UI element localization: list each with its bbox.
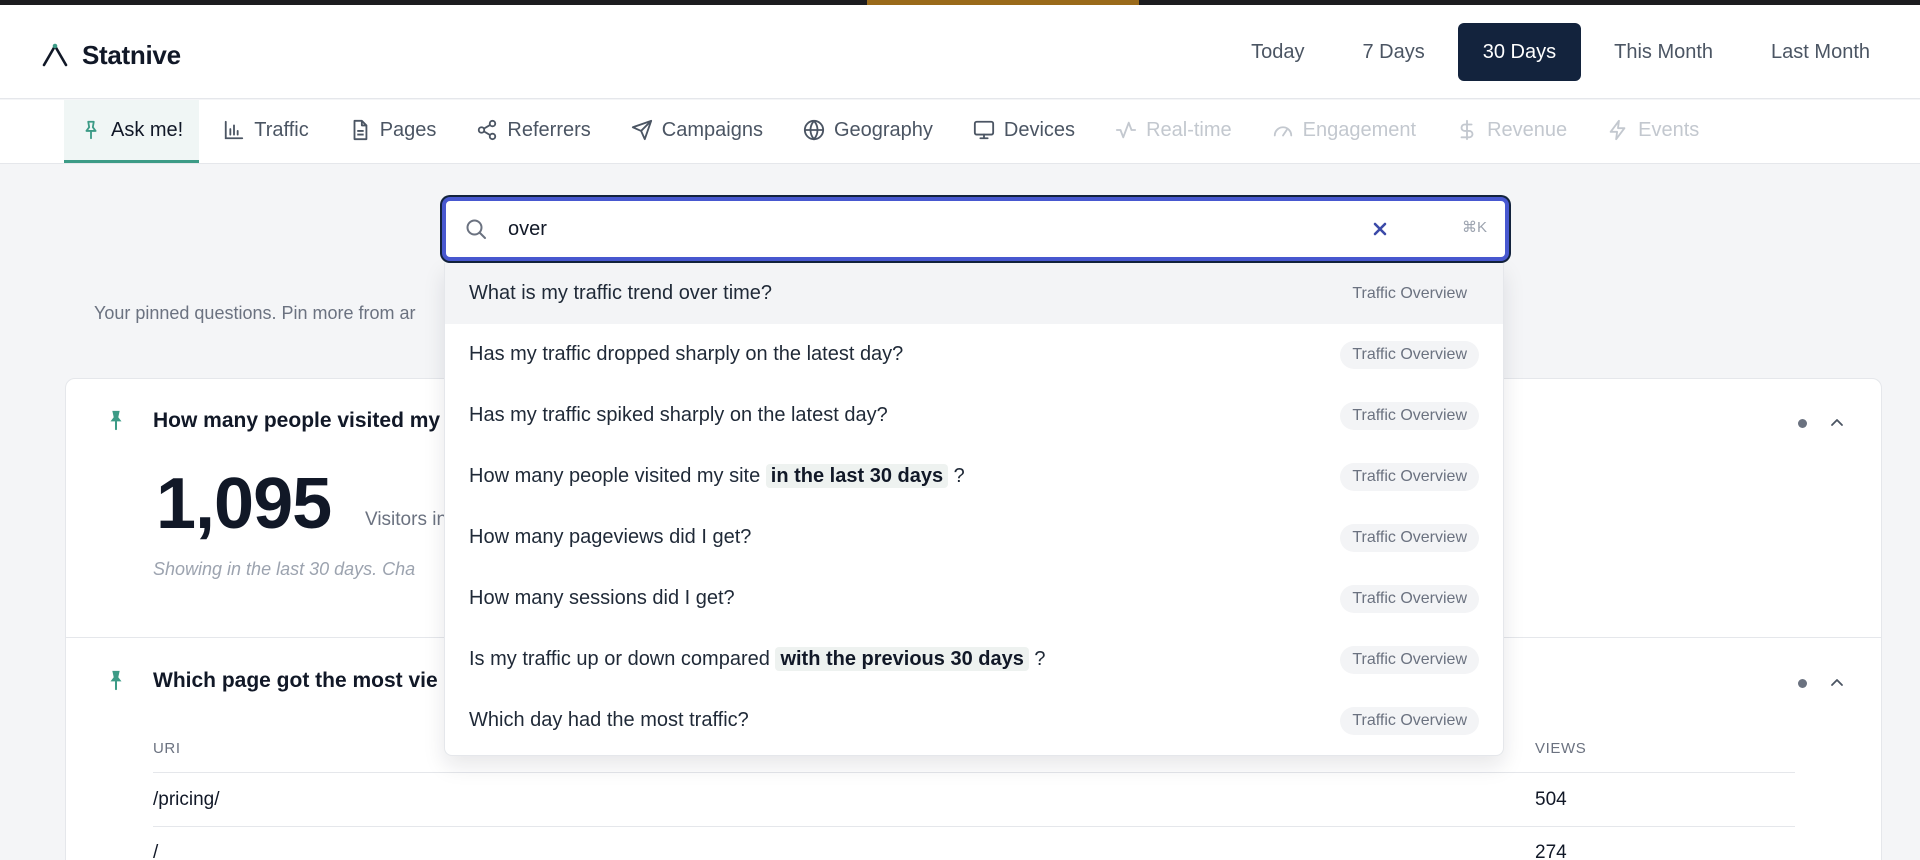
column-header-uri: URI	[153, 740, 181, 757]
tab-label: Ask me!	[111, 118, 184, 141]
tab-pages[interactable]: Pages	[333, 100, 453, 163]
monitor-icon	[973, 120, 995, 140]
tab-real-time[interactable]: Real-time	[1099, 100, 1248, 163]
suggestion-text: How many people visited my site in the l…	[469, 464, 965, 488]
visitors-count: 1,095	[156, 464, 332, 544]
suggestion-item[interactable]: Is my traffic up or down compared with t…	[445, 629, 1503, 690]
suggestion-item[interactable]: Has my traffic spiked sharply on the lat…	[445, 385, 1503, 446]
suggestion-highlight: with the previous 30 days	[775, 647, 1029, 671]
table-row-divider	[153, 826, 1795, 827]
category-badge: Traffic Overview	[1340, 706, 1479, 735]
tab-label: Devices	[1003, 118, 1076, 141]
clear-search-button[interactable]	[1366, 215, 1394, 243]
suggestion-item[interactable]: What is my traffic trend over time? Traf…	[445, 263, 1503, 324]
card-controls	[1798, 675, 1845, 691]
card-question-title: Which page got the most vie	[153, 669, 438, 692]
suggestion-item[interactable]: How many pageviews did I get? Traffic Ov…	[445, 507, 1503, 568]
tab-campaigns[interactable]: Campaigns	[615, 100, 779, 163]
table-header-divider	[153, 772, 1795, 773]
tab-label: Real-time	[1146, 118, 1232, 141]
card-menu-dot-icon[interactable]	[1798, 418, 1807, 428]
range-30-days-button[interactable]: 30 Days	[1457, 23, 1582, 81]
gauge-icon	[1273, 126, 1292, 137]
pinned-icon[interactable]	[105, 669, 127, 691]
suggestion-text: How many pageviews did I get?	[469, 526, 752, 548]
card-question-title: How many people visited my	[153, 409, 441, 432]
close-icon	[1373, 222, 1387, 236]
suggestion-item[interactable]: Which day had the most traffic? Traffic …	[445, 690, 1503, 751]
chevron-up-icon[interactable]	[1829, 415, 1845, 431]
main-tabs: Ask me! Traffic Pages Referrers Campaign…	[0, 100, 1920, 164]
pin-icon	[85, 120, 97, 140]
dollar-icon	[1460, 119, 1474, 141]
search-icon	[464, 217, 488, 241]
tab-label: Campaigns	[661, 118, 763, 141]
suggestion-text: Which day had the most traffic?	[469, 709, 749, 731]
category-badge: Traffic Overview	[1340, 645, 1479, 674]
category-badge: Traffic Overview	[1340, 401, 1479, 430]
keyboard-shortcut-hint: ⌘K	[1462, 219, 1488, 236]
globe-icon	[803, 119, 825, 141]
range-7-days-button[interactable]: 7 Days	[1337, 23, 1449, 81]
tab-label: Referrers	[507, 118, 591, 141]
suggestion-text: How many sessions did I get?	[469, 587, 735, 609]
tab-geography[interactable]: Geography	[787, 100, 949, 163]
table-cell-uri[interactable]: /	[153, 842, 158, 860]
pinned-note: Your pinned questions. Pin more from ar	[94, 303, 416, 323]
bolt-icon	[1609, 119, 1626, 141]
ask-search-box: ⌘K	[442, 197, 1509, 261]
range-this-month-button[interactable]: This Month	[1589, 23, 1738, 81]
range-last-month-button[interactable]: Last Month	[1746, 23, 1895, 81]
tab-events[interactable]: Events	[1591, 100, 1715, 163]
share-icon	[478, 119, 497, 141]
brand[interactable]: Statnive	[40, 35, 181, 75]
table-cell-views: 274	[1535, 842, 1567, 860]
suggestion-text: Has my traffic spiked sharply on the lat…	[469, 404, 888, 426]
tab-label: Geography	[833, 118, 933, 141]
app-header: Statnive Today 7 Days 30 Days This Month…	[0, 5, 1920, 99]
card-menu-dot-icon[interactable]	[1798, 678, 1807, 688]
tab-label: Traffic	[254, 118, 309, 141]
column-header-views: VIEWS	[1535, 740, 1587, 757]
tab-label: Events	[1638, 118, 1700, 141]
category-badge: Traffic Overview	[1340, 584, 1479, 613]
file-icon	[353, 119, 368, 141]
suggestion-text: Has my traffic dropped sharply on the la…	[469, 343, 904, 365]
category-badge: Traffic Overview	[1340, 279, 1479, 308]
suggestions-dropdown: What is my traffic trend over time? Traf…	[444, 263, 1504, 756]
tab-traffic[interactable]: Traffic	[207, 100, 324, 163]
send-icon	[631, 119, 652, 141]
table-cell-uri[interactable]: /pricing/	[153, 789, 220, 811]
suggestion-item[interactable]: How many people visited my site in the l…	[445, 446, 1503, 507]
tab-label: Pages	[379, 118, 437, 141]
chevron-up-icon[interactable]	[1829, 675, 1845, 691]
bar-chart-icon	[225, 120, 244, 140]
category-badge: Traffic Overview	[1340, 340, 1479, 369]
tab-referrers[interactable]: Referrers	[460, 100, 606, 163]
tab-ask-me[interactable]: Ask me!	[64, 100, 200, 163]
suggestion-item[interactable]: How many sessions did I get? Traffic Ove…	[445, 568, 1503, 629]
tab-revenue[interactable]: Revenue	[1440, 100, 1583, 163]
table-cell-views: 504	[1535, 789, 1567, 810]
activity-icon	[1115, 121, 1137, 139]
suggestion-highlight: in the last 30 days	[765, 464, 949, 488]
app-name: Statnive	[82, 39, 181, 70]
tab-label: Engagement	[1302, 118, 1417, 141]
visitors-label: Visitors in	[365, 509, 448, 530]
ask-search-input[interactable]	[508, 210, 1388, 248]
tab-engagement[interactable]: Engagement	[1256, 100, 1432, 163]
suggestion-text: Is my traffic up or down compared with t…	[469, 647, 1046, 671]
suggestion-item[interactable]: Has my traffic dropped sharply on the la…	[445, 324, 1503, 385]
card-controls	[1798, 415, 1845, 431]
suggestion-text: What is my traffic trend over time?	[469, 282, 773, 304]
tab-devices[interactable]: Devices	[957, 100, 1091, 163]
tab-label: Revenue	[1487, 118, 1568, 141]
statnive-logo-icon	[40, 40, 70, 70]
card-footnote: Showing in the last 30 days. Cha	[153, 559, 416, 579]
date-range-selector: Today 7 Days 30 Days This Month Last Mon…	[1226, 23, 1895, 81]
category-badge: Traffic Overview	[1340, 462, 1479, 491]
range-today-button[interactable]: Today	[1226, 23, 1329, 81]
pinned-icon[interactable]	[105, 409, 127, 431]
category-badge: Traffic Overview	[1340, 523, 1479, 552]
